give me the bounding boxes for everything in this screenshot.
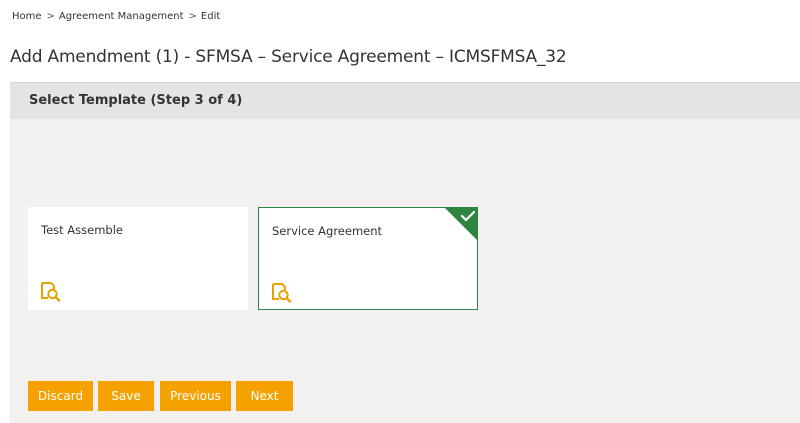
breadcrumb-edit: Edit	[200, 11, 221, 22]
save-button[interactable]: Save	[98, 381, 154, 411]
previous-button[interactable]: Previous	[160, 381, 231, 411]
next-button[interactable]: Next	[236, 381, 293, 411]
discard-button[interactable]: Discard	[28, 381, 93, 411]
preview-icon[interactable]	[270, 281, 292, 303]
breadcrumb-separator: >	[46, 11, 55, 22]
template-card-test-assemble[interactable]: Test Assemble	[28, 207, 248, 310]
page-title: Add Amendment (1) - SFMSA – Service Agre…	[10, 47, 567, 67]
breadcrumb-agreement-management[interactable]: Agreement Management	[59, 11, 184, 22]
template-panel: Select Template (Step 3 of 4) Test Assem…	[10, 82, 800, 423]
template-card-label: Service Agreement	[272, 224, 383, 238]
step-header: Select Template (Step 3 of 4)	[10, 82, 800, 119]
breadcrumb: Home > Agreement Management > Edit	[12, 11, 220, 22]
preview-icon[interactable]	[39, 280, 61, 302]
breadcrumb-separator: >	[188, 11, 197, 22]
breadcrumb-home[interactable]: Home	[12, 11, 42, 22]
template-card-label: Test Assemble	[41, 223, 123, 237]
selected-checkmark-icon	[444, 207, 478, 241]
template-card-service-agreement[interactable]: Service Agreement	[258, 207, 478, 310]
